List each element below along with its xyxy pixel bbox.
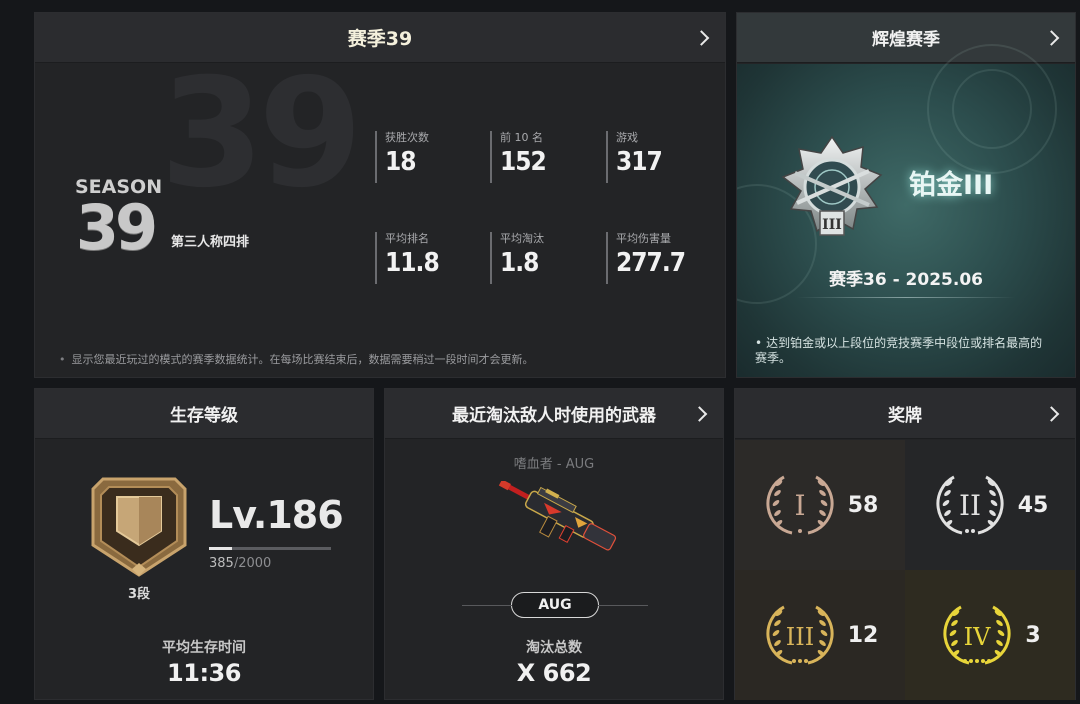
season-stats-panel: 赛季39 39 SEASON 39 第三人称四排 获胜次数 18 前 10 名 … — [34, 12, 726, 378]
xp-text: 385/2000 — [209, 556, 271, 571]
season-header[interactable]: 赛季39 — [35, 13, 725, 63]
svg-text:III: III — [785, 623, 813, 651]
season-footnote: 显示您最近玩过的模式的赛季数据统计。在每场比赛结束后，数据需要稍过一段时间才会更… — [59, 351, 534, 367]
medal-count: 3 — [1025, 622, 1041, 648]
medal-count: 58 — [847, 492, 879, 518]
total-kills-label: 淘汰总数 — [526, 640, 582, 656]
stat-value: 152 — [500, 147, 547, 177]
stat-value: 11.8 — [385, 248, 440, 278]
chevron-right-icon[interactable] — [691, 405, 708, 422]
weapon-header[interactable]: 最近淘汰敌人时使用的武器 — [385, 389, 723, 439]
xp-max: /2000 — [233, 556, 272, 571]
medal-tier-2[interactable]: II 45 — [905, 440, 1075, 570]
survival-level: Lv.186 — [209, 493, 344, 537]
chevron-right-icon[interactable] — [693, 29, 710, 46]
survival-header: 生存等级 — [35, 389, 373, 439]
season-logo: SEASON 39 — [75, 178, 162, 264]
svg-text:III: III — [822, 217, 842, 233]
stat-value: 1.8 — [500, 248, 539, 278]
stat-avg-damage: 平均伤害量 277.7 — [606, 232, 686, 284]
xp-progress-bar — [209, 547, 331, 550]
weapon-tag: AUG — [462, 592, 648, 618]
stat-label: 游戏 — [616, 131, 638, 144]
survival-level-panel: 生存等级 3段 Lv.186 385/2000 平均生存时间 11:36 — [34, 388, 374, 700]
stat-value: 18 — [385, 147, 417, 177]
rank-description: 达到铂金或以上段位的竞技赛季中段位或排名最高的赛季。 — [755, 336, 1045, 366]
svg-text:II: II — [959, 489, 981, 522]
stat-label: 获胜次数 — [385, 131, 429, 144]
aug-rifle-icon — [498, 481, 617, 551]
game-mode-label: 第三人称四排 — [171, 235, 250, 250]
avg-survival-time-label: 平均生存时间 — [162, 640, 246, 656]
stat-label: 平均伤害量 — [616, 232, 671, 245]
stat-value: 277.7 — [616, 248, 686, 278]
xp-current: 385 — [209, 556, 234, 571]
season-background-number: 39 — [160, 47, 363, 221]
stat-label: 平均排名 — [385, 232, 429, 245]
recent-weapon-panel: 最近淘汰敌人时使用的武器 嗜血者 - AUG AUG 淘汰总数 X 662 — [384, 388, 724, 700]
xp-progress-fill — [209, 547, 233, 550]
avg-survival-time-value: 11:36 — [167, 659, 241, 687]
survival-tier-badge-icon — [91, 477, 187, 577]
platinum-rank-badge-icon: III — [781, 135, 883, 236]
medal-tier-4[interactable]: IV 3 — [905, 570, 1075, 700]
medals-header[interactable]: 奖牌 — [735, 389, 1075, 439]
season-logo-number: 39 — [75, 191, 158, 264]
stat-wins: 获胜次数 18 — [375, 131, 429, 183]
season-title: 赛季39 — [347, 28, 413, 50]
chevron-right-icon[interactable] — [1043, 29, 1060, 46]
medals-panel: 奖牌 I 58 II 45 III 12 IV 3 — [734, 388, 1076, 700]
glorious-season-panel: 辉煌赛季 III 铂金III 赛季36 - 2025.06 达到铂金或以上段位的… — [736, 12, 1076, 378]
medal-tier-1[interactable]: I 58 — [735, 440, 905, 570]
stat-avg-rank: 平均排名 11.8 — [375, 232, 440, 284]
total-kills-value: X 662 — [516, 659, 592, 687]
svg-text:IV: IV — [964, 623, 991, 651]
tier-label: 3段 — [127, 587, 151, 602]
medal-laurel-icon: II — [936, 475, 1004, 535]
survival-title: 生存等级 — [170, 406, 238, 426]
divider — [797, 297, 1015, 298]
medal-laurel-icon: III — [766, 605, 834, 665]
stat-value: 317 — [616, 147, 663, 177]
weapon-skin-name: 嗜血者 - AUG — [513, 457, 595, 472]
medal-laurel-icon: I — [766, 475, 834, 535]
svg-text:I: I — [794, 489, 805, 522]
rank-season-date: 赛季36 - 2025.06 — [829, 270, 983, 290]
medal-count: 12 — [847, 622, 879, 648]
medal-laurel-icon: IV — [943, 605, 1011, 665]
stat-label: 平均淘汰 — [500, 232, 544, 245]
medals-title: 奖牌 — [888, 406, 922, 426]
medal-tier-3[interactable]: III 12 — [735, 570, 905, 700]
glory-title: 辉煌赛季 — [872, 30, 940, 50]
stat-top10: 前 10 名 152 — [490, 131, 547, 183]
stat-avg-kills: 平均淘汰 1.8 — [490, 232, 544, 284]
medal-count: 45 — [1017, 492, 1049, 518]
stat-label: 前 10 名 — [500, 131, 543, 144]
rank-name: 铂金III — [909, 170, 994, 201]
weapon-title: 最近淘汰敌人时使用的武器 — [452, 406, 656, 426]
chevron-right-icon[interactable] — [1043, 405, 1060, 422]
stat-games: 游戏 317 — [606, 131, 663, 183]
